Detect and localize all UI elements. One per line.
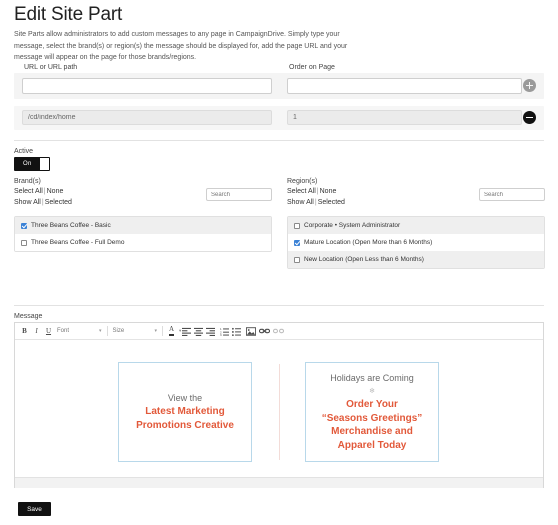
message-label: Message bbox=[14, 313, 43, 320]
link-icon[interactable] bbox=[259, 325, 271, 338]
url-input-existing[interactable] bbox=[22, 110, 272, 125]
brands-list-item[interactable]: Three Beans Coffee - Basic bbox=[15, 217, 271, 234]
promo-card-right-line3: Merchandise and bbox=[331, 426, 413, 438]
brands-search-input[interactable] bbox=[206, 188, 272, 201]
font-size-value: Size bbox=[112, 328, 125, 334]
card-divider bbox=[279, 364, 280, 460]
message-editor: B I U Font ▾ Size ▾ A ▾ 1 2 3 View the L… bbox=[14, 322, 544, 488]
url-field-label: URL or URL path bbox=[24, 64, 78, 71]
image-icon[interactable] bbox=[245, 325, 256, 338]
regions-show-all-link[interactable]: Show All bbox=[287, 199, 314, 206]
page-title: Edit Site Part bbox=[14, 4, 123, 25]
active-label: Active bbox=[14, 148, 34, 155]
numbered-list-icon[interactable]: 1 2 3 bbox=[219, 325, 230, 338]
underline-button[interactable]: U bbox=[43, 325, 54, 338]
font-size-select[interactable]: Size ▾ bbox=[113, 325, 158, 338]
align-center-icon[interactable] bbox=[193, 325, 204, 338]
checkbox-icon[interactable] bbox=[294, 239, 300, 246]
toggle-knob bbox=[40, 158, 49, 170]
regions-list-item[interactable]: Mature Location (Open More than 6 Months… bbox=[288, 234, 544, 251]
regions-list-item-label: Mature Location (Open More than 6 Months… bbox=[304, 239, 433, 246]
checkbox-icon[interactable] bbox=[294, 256, 300, 263]
minus-circle-icon[interactable] bbox=[523, 111, 536, 124]
promo-card-left-line1: Latest Marketing bbox=[145, 406, 225, 418]
order-field-label: Order on Page bbox=[289, 64, 335, 71]
brands-none-link[interactable]: None bbox=[47, 188, 64, 195]
checkbox-icon[interactable] bbox=[21, 239, 27, 246]
regions-search-input[interactable] bbox=[479, 188, 545, 201]
page-description: Site Parts allow administrators to add c… bbox=[14, 31, 348, 62]
message-canvas[interactable]: View the Latest Marketing Promotions Cre… bbox=[15, 340, 543, 488]
regions-list-item[interactable]: Corporate • System Administrator bbox=[288, 217, 544, 234]
brands-list-item-label: Three Beans Coffee - Full Demo bbox=[31, 239, 125, 246]
active-toggle[interactable]: On bbox=[14, 157, 50, 171]
promo-card-right-subtitle: Holidays are Coming bbox=[330, 372, 414, 383]
align-left-icon[interactable] bbox=[181, 325, 192, 338]
bold-button[interactable]: B bbox=[19, 325, 30, 338]
promo-card-left-line2: Promotions Creative bbox=[136, 419, 234, 431]
regions-title: Region(s) bbox=[287, 178, 318, 185]
chevron-down-icon: ▾ bbox=[99, 328, 102, 334]
edit-site-part-page: Edit Site Part Site Parts allow administ… bbox=[0, 0, 558, 525]
save-button[interactable]: Save bbox=[18, 502, 51, 516]
regions-list-item-label: Corporate • System Administrator bbox=[304, 222, 401, 229]
regions-section: Region(s) Select All|None Show All|Selec… bbox=[287, 178, 545, 269]
font-family-value: Font bbox=[57, 328, 70, 334]
italic-button[interactable]: I bbox=[31, 325, 42, 338]
chevron-down-icon: ▾ bbox=[154, 328, 158, 334]
regions-list: Corporate • System Administrator Mature … bbox=[287, 216, 545, 269]
promo-card-left[interactable]: View the Latest Marketing Promotions Cre… bbox=[118, 362, 252, 462]
bullet-list-icon[interactable] bbox=[231, 325, 242, 338]
brands-show-all-link[interactable]: Show All bbox=[14, 199, 41, 206]
brands-list-item[interactable]: Three Beans Coffee - Full Demo bbox=[15, 234, 271, 251]
text-color-icon: A bbox=[169, 326, 175, 336]
toolbar-divider bbox=[162, 326, 164, 336]
brands-select-all-link[interactable]: Select All bbox=[14, 188, 43, 195]
promo-card-right[interactable]: Holidays are Coming ❄ Order Your “Season… bbox=[305, 362, 439, 462]
svg-text:3: 3 bbox=[220, 333, 222, 336]
promo-card-right-line1: Order Your bbox=[346, 399, 398, 411]
order-input-existing[interactable] bbox=[287, 110, 522, 125]
brands-list-item-label: Three Beans Coffee - Basic bbox=[31, 222, 111, 229]
regions-selected-link[interactable]: Selected bbox=[318, 199, 345, 206]
regions-select-all-link[interactable]: Select All bbox=[287, 188, 316, 195]
font-family-select[interactable]: Font ▾ bbox=[57, 325, 102, 338]
editor-toolbar: B I U Font ▾ Size ▾ A ▾ 1 2 3 bbox=[15, 323, 543, 340]
section-divider-top bbox=[14, 140, 544, 141]
brands-title: Brand(s) bbox=[14, 178, 41, 185]
promo-card-right-line2: “Seasons Greetings” bbox=[321, 412, 423, 424]
editor-status-bar bbox=[15, 477, 543, 488]
toolbar-divider bbox=[106, 326, 108, 336]
promo-card-right-line4: Apparel Today bbox=[337, 439, 407, 451]
brands-list: Three Beans Coffee - Basic Three Beans C… bbox=[14, 216, 272, 252]
brands-selected-link[interactable]: Selected bbox=[45, 199, 72, 206]
promo-card-left-subtitle: View the bbox=[167, 392, 203, 403]
plus-circle-icon[interactable] bbox=[523, 79, 536, 92]
order-input-new[interactable] bbox=[287, 78, 522, 94]
text-color-button[interactable]: A bbox=[166, 325, 177, 338]
snowflake-icon: ❄ bbox=[369, 387, 375, 395]
active-toggle-state: On bbox=[23, 161, 32, 167]
checkbox-icon[interactable] bbox=[21, 222, 27, 229]
checkbox-icon[interactable] bbox=[294, 222, 300, 229]
section-divider-bottom bbox=[14, 305, 544, 306]
align-right-icon[interactable] bbox=[205, 325, 216, 338]
regions-list-item-label: New Location (Open Less than 6 Months) bbox=[304, 256, 424, 263]
brands-section: Brand(s) Select All|None Show All|Select… bbox=[14, 178, 272, 252]
regions-list-item[interactable]: New Location (Open Less than 6 Months) bbox=[288, 251, 544, 268]
regions-none-link[interactable]: None bbox=[320, 188, 337, 195]
url-input-new[interactable] bbox=[22, 78, 272, 94]
unlink-icon[interactable] bbox=[273, 325, 285, 338]
